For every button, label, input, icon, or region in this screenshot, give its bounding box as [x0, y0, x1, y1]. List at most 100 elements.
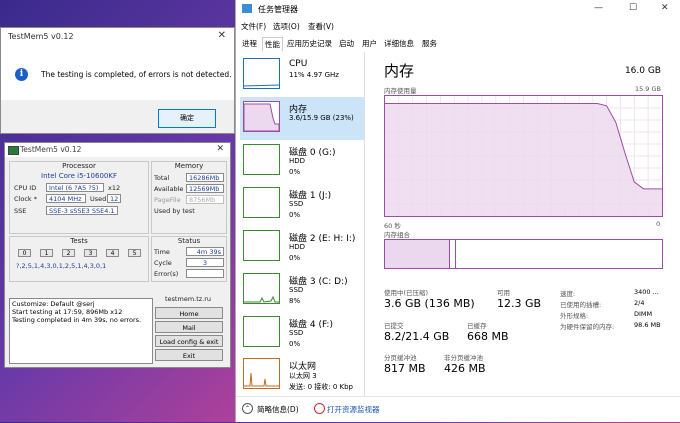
x-axis-right-label: 0: [656, 220, 661, 228]
test-sequence: ?,2,5,1,4,3,0,1,2,5,1,4,3,0,1: [16, 262, 107, 270]
cpu-thumbnail-graph: [244, 84, 279, 87]
sidebar-item-disk3[interactable]: 磁盘 3 (C: D:) SSD 8%: [240, 269, 364, 312]
log-line: Customize: Default @serj: [12, 300, 95, 308]
total-field: 16286Mb: [186, 173, 224, 182]
sidebar-item-usage: 0%: [289, 168, 301, 176]
available-field: 12569Mb: [186, 184, 224, 193]
status-header: Status: [177, 237, 201, 245]
usage-graph-label: 内存使用量: [384, 87, 417, 95]
taskmgr-title: 任务管理器: [258, 5, 298, 14]
time-field: 4m 39s: [186, 247, 224, 256]
processor-group: Processor Intel Core i5-10600KF CPU ID I…: [9, 161, 149, 234]
available-label: Available: [154, 185, 184, 193]
tab-users[interactable]: 用户: [360, 37, 379, 50]
tests-group: Tests 0 1 2 3 4 5 ?,2,5,1,4,3,0,1,2,5,1,…: [9, 236, 149, 282]
dialog-title: TestMem5 v0.12: [8, 32, 74, 41]
task-manager-icon: [242, 4, 252, 13]
memory-usage-chart: [384, 95, 663, 217]
maximize-icon[interactable]: ☐: [629, 3, 637, 13]
mail-button[interactable]: Mail: [155, 321, 223, 333]
dialog-close-icon[interactable]: ✕: [218, 30, 226, 41]
reserved-value: 98.6 MB: [634, 321, 661, 329]
network-thumbnail-graph: [244, 372, 279, 387]
memory-usage-svg: [385, 96, 662, 216]
info-icon: i: [15, 68, 28, 81]
sidebar-item-detail: 3.6/15.9 GB (23%): [289, 114, 354, 122]
sidebar-item-detail: SSD: [289, 200, 304, 208]
brief-info-link[interactable]: 简略信息(D): [257, 404, 299, 415]
menu-options[interactable]: 选项(O): [273, 21, 300, 32]
sidebar-item-disk0[interactable]: 磁盘 0 (G:) HDD 0%: [240, 140, 364, 183]
testmem-close-icon[interactable]: ✕: [216, 144, 224, 154]
available-label: 可用: [497, 289, 510, 297]
page-title: 内存: [384, 62, 415, 80]
time-label: Time: [154, 248, 170, 256]
log-line: Testing completed in 4m 39s, no errors.: [12, 316, 142, 324]
completion-dialog: TestMem5 v0.12 ✕ i The testing is comple…: [0, 27, 235, 134]
memory-chip-icon: [8, 146, 19, 155]
dialog-footer: 确定: [1, 100, 234, 133]
resource-monitor-icon: [314, 403, 325, 414]
load-config-exit-button[interactable]: Load config & exit: [155, 335, 223, 347]
sidebar-item-ethernet[interactable]: 以太网 以太网 3 发送: 0 接收: 0 Kbp: [240, 354, 364, 397]
nonpaged-pool-value: 426 MB: [444, 362, 486, 375]
collapse-icon[interactable]: ⌃: [242, 403, 253, 414]
close-icon[interactable]: ✕: [661, 3, 669, 13]
tab-processes[interactable]: 进程: [240, 37, 259, 50]
disk-thumbnail: [243, 230, 280, 261]
sse-label: SSE: [14, 207, 27, 215]
total-label: Total: [154, 174, 170, 182]
memory-composition-bar: [384, 239, 663, 269]
sidebar-item-memory[interactable]: 内存 3.6/15.9 GB (23%): [240, 97, 364, 140]
tab-details[interactable]: 详细信息: [382, 37, 416, 50]
task-manager-window: 任务管理器 — ☐ ✕ 文件(F) 选项(O) 查看(V) 进程 性能 应用历史…: [235, 0, 680, 422]
testmem-window: TestMem5 v0.12 ✕ Processor Intel Core i5…: [4, 142, 231, 368]
disk-thumbnail: [243, 187, 280, 218]
menu-view[interactable]: 查看(V): [308, 21, 334, 32]
tab-app-history[interactable]: 应用历史记录: [285, 37, 334, 50]
site-link[interactable]: testmem.tz.ru: [165, 295, 211, 303]
committed-value: 8.2/21.4 GB: [384, 330, 450, 343]
sidebar-item-detail: SSD: [289, 286, 304, 294]
ok-button[interactable]: 确定: [158, 109, 216, 128]
sidebar-item-cpu[interactable]: CPU 11% 4.97 GHz: [240, 54, 364, 97]
sidebar-item-disk1[interactable]: 磁盘 1 (J:) SSD 0%: [240, 183, 364, 226]
log-output[interactable]: Customize: Default @serj Start testing a…: [9, 298, 153, 364]
tab-startup[interactable]: 启动: [337, 37, 356, 50]
usage-graph-max: 15.9 GB: [634, 85, 661, 93]
exit-button[interactable]: Exit: [155, 349, 223, 361]
disk-thumbnail: [243, 273, 280, 304]
nonpaged-pool-label: 非分页缓冲池: [444, 354, 483, 362]
test-cell: 3: [84, 249, 97, 257]
sidebar-item-usage: 0%: [289, 211, 301, 219]
paged-pool-label: 分页缓冲池: [384, 354, 417, 362]
errors-field: [186, 269, 224, 278]
log-line: Start testing at 17:59, 896Mb x12: [12, 308, 123, 316]
minimize-icon[interactable]: —: [594, 3, 603, 13]
slots-value: 2/4: [634, 299, 645, 307]
menu-file[interactable]: 文件(F): [241, 21, 266, 32]
tab-services[interactable]: 服务: [420, 37, 439, 50]
test-cell: 4: [106, 249, 119, 257]
sidebar-item-disk4[interactable]: 磁盘 4 (F:) SSD 0%: [240, 312, 364, 355]
usedby-label: Used by test: [154, 207, 195, 215]
tab-performance[interactable]: 性能: [262, 37, 283, 51]
taskmgr-titlebar: 任务管理器 — ☐ ✕: [236, 0, 680, 18]
memory-group: Memory Total 16286Mb Available 12569Mb P…: [151, 161, 227, 234]
sidebar-item-detail: HDD: [289, 157, 306, 165]
sse-field: SSE-3 sSSE3 SSE4.1: [46, 206, 118, 215]
composition-label: 内存组合: [384, 231, 410, 239]
test-cell: 2: [62, 249, 75, 257]
slots-label: 已使用的插槽:: [560, 301, 602, 309]
in-use-value: 3.6 GB (136 MB): [384, 297, 475, 310]
sidebar-item-disk2[interactable]: 磁盘 2 (E: H: I:) HDD 0%: [240, 226, 364, 269]
network-thumbnail: [243, 358, 280, 389]
test-cell: 0: [18, 249, 31, 257]
memory-thumbnail-graph: [244, 103, 279, 131]
home-button[interactable]: Home: [155, 307, 223, 319]
sidebar-item-usage: 8%: [289, 297, 301, 305]
test-cell: 5: [128, 249, 141, 257]
memory-header: Memory: [174, 162, 204, 170]
tests-cells: 0 1 2 3 4 5: [18, 249, 142, 258]
open-resource-monitor-link[interactable]: 打开资源监视器: [327, 404, 380, 415]
